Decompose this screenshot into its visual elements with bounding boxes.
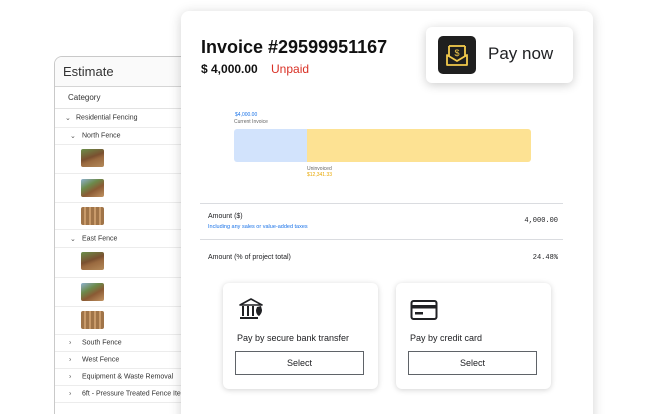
amount-sublabel: Including any sales or value-added taxes [208, 224, 308, 230]
uninvoiced-segment [306, 129, 531, 162]
fence-thumbnail [81, 207, 104, 225]
percent-value: 24.48% [532, 254, 558, 262]
stage: Estimate Category ⌄ Residential Fencing … [0, 0, 646, 414]
collapsed-label: South Fence [82, 339, 122, 347]
pay-now-button[interactable]: $ Pay now [426, 27, 573, 83]
current-invoice-segment [234, 129, 307, 162]
collapsed-label: West Fence [82, 356, 120, 364]
status-badge: Unpaid [271, 62, 310, 76]
bank-select-button[interactable]: Select [235, 351, 364, 375]
divider [200, 203, 563, 204]
amount-value: 4,000.00 [524, 217, 558, 225]
chevron-right-icon[interactable]: › [69, 357, 71, 364]
fence-thumbnail [81, 311, 104, 329]
svg-text:$: $ [454, 48, 459, 58]
chevron-right-icon[interactable]: › [69, 340, 71, 347]
sub-label-north: North Fence [82, 132, 121, 140]
collapsed-label: 6ft - Pressure Treated Fence Ite [82, 390, 181, 398]
bank-icon [239, 298, 263, 319]
current-invoice-label: Current Invoice [234, 119, 268, 125]
current-invoice-value: $4,000.00 [235, 112, 258, 118]
chevron-down-icon[interactable]: ⌄ [70, 132, 76, 140]
fence-thumbnail [81, 283, 104, 301]
collapsed-label: Equipment & Waste Removal [82, 373, 174, 381]
fence-thumbnail [81, 179, 104, 197]
group-label: Residential Fencing [76, 114, 138, 122]
bank-transfer-label: Pay by secure bank transfer [237, 333, 350, 343]
fence-thumbnail [81, 252, 104, 270]
invoice-amount: $ 4,000.00 [201, 62, 258, 76]
percent-label: Amount (% of project total) [208, 254, 291, 261]
chevron-down-icon[interactable]: ⌄ [70, 235, 76, 243]
chevron-down-icon[interactable]: ⌄ [65, 114, 71, 122]
sub-label-east: East Fence [82, 235, 118, 242]
amount-label: Amount ($) [208, 213, 243, 220]
credit-card-card: Pay by credit card Select [396, 283, 551, 389]
pay-now-label: Pay now [488, 44, 554, 63]
payment-download-icon: $ [438, 36, 476, 74]
bank-transfer-card: Pay by secure bank transfer Select [223, 283, 378, 389]
credit-card-icon [410, 300, 438, 320]
credit-card-label: Pay by credit card [410, 333, 483, 343]
divider [200, 239, 563, 240]
invoice-progress-bar [234, 129, 531, 162]
chevron-right-icon[interactable]: › [69, 391, 71, 398]
uninvoiced-value: $12,341.33 [307, 172, 333, 178]
fence-thumbnail [81, 149, 104, 167]
card-select-button[interactable]: Select [408, 351, 537, 375]
chevron-right-icon[interactable]: › [69, 374, 71, 381]
invoice-title: Invoice #29599951167 [201, 37, 388, 57]
